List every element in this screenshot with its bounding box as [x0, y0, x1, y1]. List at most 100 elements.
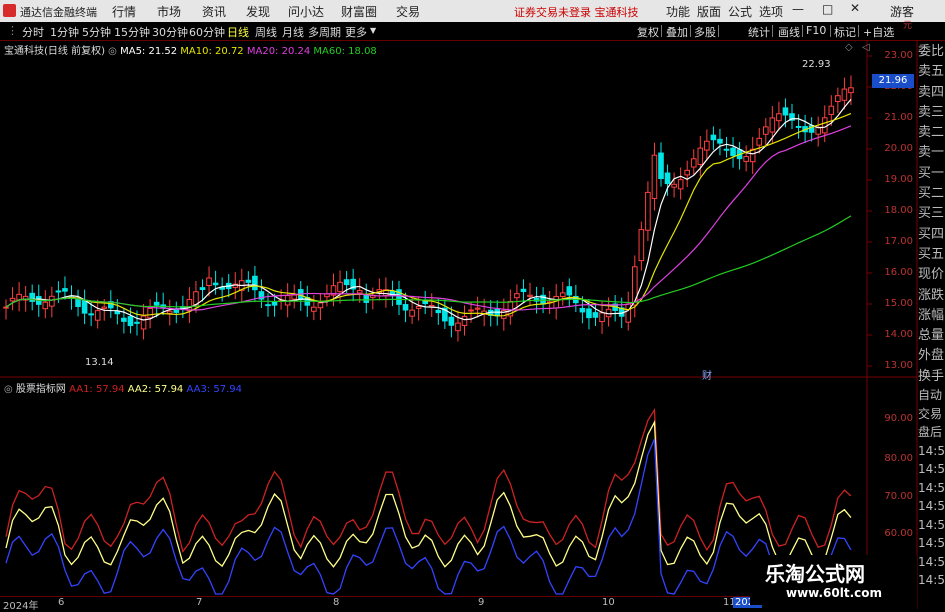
candle-body	[81, 299, 88, 314]
ytick: 80.00	[884, 453, 913, 464]
tick-time: 14:5	[918, 462, 945, 476]
indicator-line	[5, 438, 852, 595]
low-price-label: 13.14	[85, 357, 114, 368]
candle-body	[592, 312, 599, 318]
collapse-icon[interactable]: ◁	[862, 42, 870, 53]
candle-body	[265, 304, 271, 307]
quote-row: 买三	[918, 206, 945, 222]
quote-row: 卖一	[918, 145, 945, 161]
ytick: 21.00	[884, 112, 913, 123]
candle-body	[710, 134, 717, 141]
candle-body	[756, 137, 763, 146]
candle-body	[474, 307, 481, 310]
indicator-name: 股票指标网	[15, 384, 66, 395]
quote-row: 卖二	[918, 125, 945, 141]
diamond-icon[interactable]: ◇	[845, 42, 853, 53]
candle-body	[566, 286, 573, 296]
candle-body	[435, 309, 442, 314]
trade-row[interactable]: 自动	[918, 386, 945, 405]
candle-body	[324, 293, 330, 298]
candle-body	[245, 279, 252, 283]
candle-body	[311, 306, 317, 312]
candle-body	[632, 266, 638, 306]
ytick: 18.00	[884, 205, 913, 216]
trade-row[interactable]: 盘后	[918, 423, 945, 442]
aa2-label: AA2: 57.94	[127, 384, 184, 395]
quote-row: 涨幅	[918, 307, 945, 323]
candle-body	[684, 169, 691, 176]
candle-body	[461, 315, 468, 326]
xtick: 9	[478, 597, 485, 608]
aa1-label: AA1: 57.94	[69, 384, 125, 395]
candle-body	[763, 126, 769, 135]
quote-row: 买一	[918, 165, 945, 181]
ytick: 20.00	[884, 143, 913, 154]
xtick: 7	[196, 597, 203, 608]
candle-body	[49, 295, 55, 307]
candle-body	[16, 293, 22, 301]
candle-body	[415, 305, 422, 309]
xtick: 2024年	[3, 601, 39, 612]
candle-body	[815, 126, 822, 135]
candle-body	[776, 113, 782, 122]
xtick: 8	[333, 597, 340, 608]
candle-body	[121, 317, 127, 322]
candle-body	[455, 322, 461, 332]
candle-body	[723, 148, 730, 151]
candle-body	[645, 191, 651, 231]
tick-time: 14:5	[918, 499, 945, 513]
quote-row: 买五	[918, 246, 945, 262]
indicator-line	[5, 407, 852, 553]
ma60-label: MA60: 18.08	[313, 46, 377, 57]
ytick: 23.00	[884, 50, 913, 61]
main-legend: 宝通科技(日线 前复权) ◎ MA5: 21.52 MA10: 20.72 MA…	[4, 42, 377, 57]
candle-body	[252, 275, 258, 291]
candle-body	[697, 147, 704, 165]
kline-chart[interactable]	[0, 0, 945, 609]
settings-icon[interactable]: ◎	[108, 46, 117, 57]
quote-row: 总量	[918, 328, 945, 344]
candle-body	[3, 306, 9, 309]
candle-body	[514, 293, 520, 299]
candle-body	[199, 287, 206, 291]
tick-time: 14:5	[918, 536, 945, 550]
candle-body	[127, 316, 134, 327]
candle-body	[101, 306, 108, 309]
stock-label: 宝通科技(日线 前复权)	[4, 46, 105, 57]
candle-body	[782, 107, 789, 116]
ma-line	[5, 98, 852, 321]
tick-time: 14:5	[918, 573, 945, 587]
candle-body	[409, 309, 415, 317]
ytick: 19.00	[884, 174, 913, 185]
candle-body	[343, 279, 350, 286]
candle-body	[625, 303, 632, 323]
candle-body	[769, 117, 776, 133]
tick-time: 14:5	[918, 517, 945, 532]
ma-line	[5, 112, 852, 317]
ytick: 70.00	[884, 491, 913, 502]
candle-body	[690, 158, 697, 168]
candle-body	[271, 301, 278, 306]
candle-body	[586, 308, 592, 319]
unit-corner: 元	[903, 21, 913, 31]
candle-body	[658, 152, 664, 180]
tick-time: 14:5	[918, 443, 945, 458]
candle-body	[664, 172, 671, 185]
candle-body	[730, 147, 736, 157]
ma5-label: MA5: 21.52	[120, 46, 178, 57]
candle-body	[186, 298, 193, 312]
candle-body	[153, 301, 160, 306]
candle-body	[9, 297, 16, 302]
watermark-logo: 乐淘公式网 www.60lt.com	[750, 555, 917, 605]
trade-row[interactable]: 交易	[918, 405, 945, 424]
finance-marker[interactable]: 财	[702, 367, 712, 382]
candle-body	[599, 312, 605, 323]
high-price-label: 22.93	[802, 59, 831, 70]
candle-body	[363, 294, 370, 303]
quote-row: 换手	[918, 368, 945, 384]
candle-body	[173, 309, 180, 313]
indicator-settings-icon[interactable]: ◎	[4, 384, 13, 395]
price-axis: 23.00 22.00 21.00 20.00 19.00 18.00 17.0…	[867, 42, 917, 377]
candle-body	[42, 301, 49, 310]
quote-row: 委比	[918, 44, 945, 59]
